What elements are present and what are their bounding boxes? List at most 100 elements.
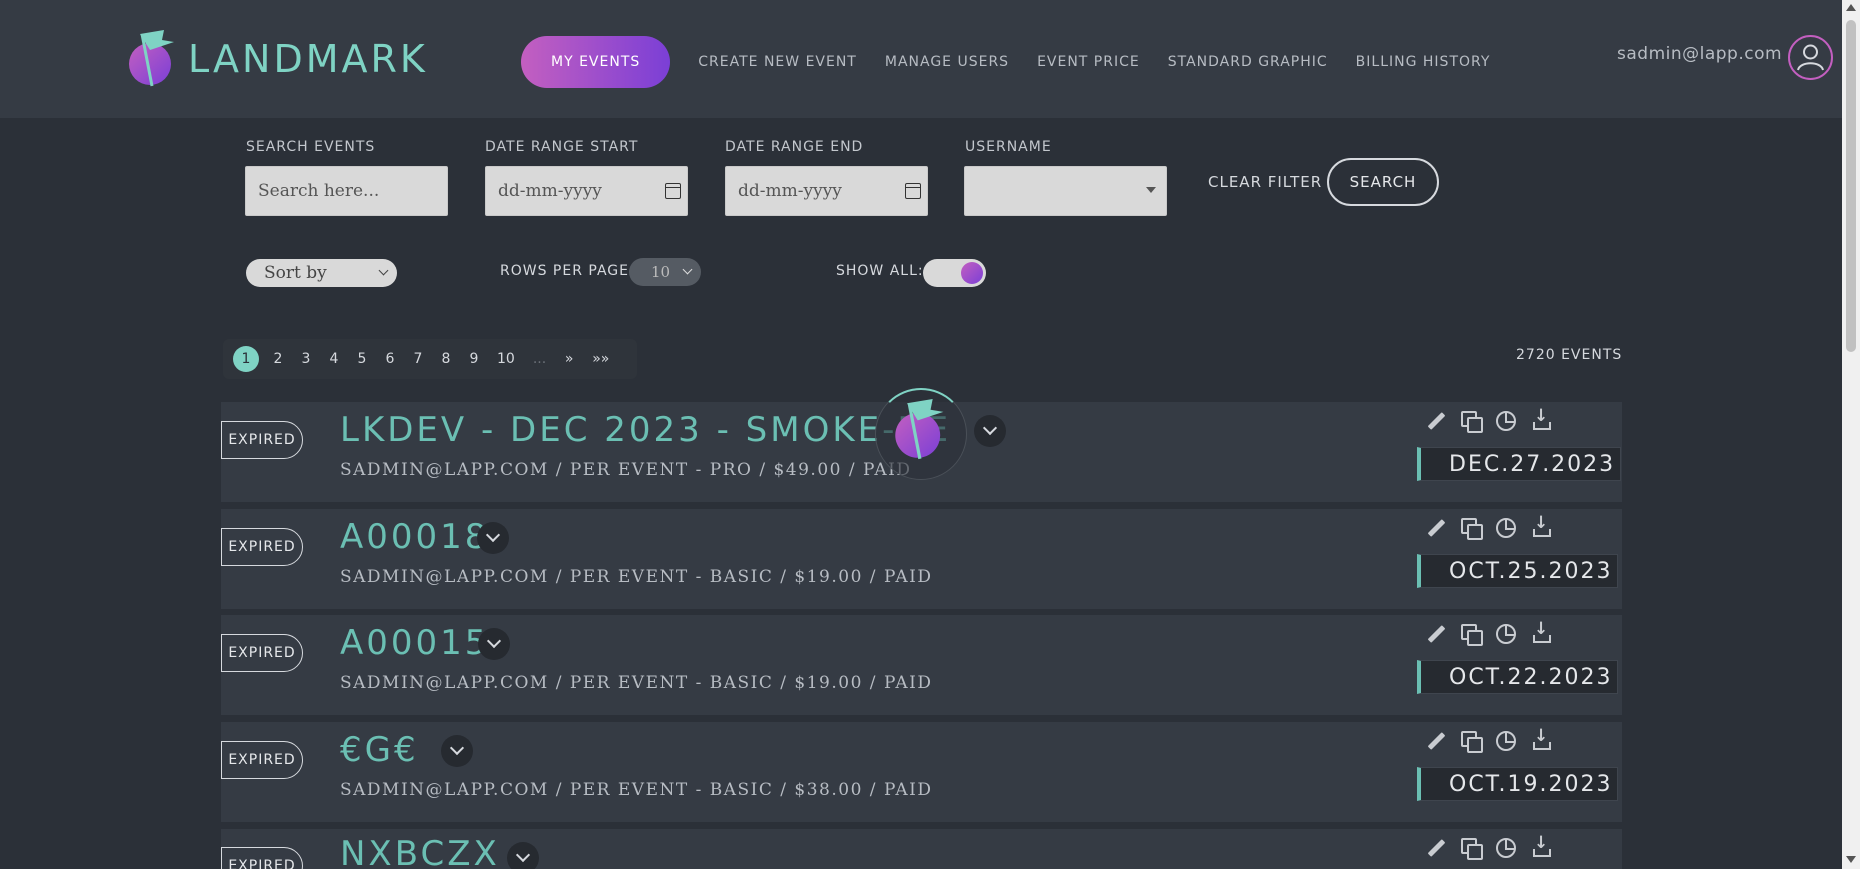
page-5[interactable]: 5 bbox=[357, 351, 367, 367]
event-subtitle: SADMIN@LAPP.COM / PER EVENT - BASIC / $3… bbox=[340, 780, 933, 800]
expand-chevron-icon[interactable] bbox=[477, 522, 509, 554]
brand-name: LANDMARK bbox=[188, 37, 428, 81]
event-actions bbox=[1426, 406, 1566, 433]
show-all-label: SHOW ALL: bbox=[836, 263, 924, 279]
stats-icon[interactable] bbox=[1496, 411, 1516, 431]
event-title[interactable]: A00018 bbox=[340, 517, 489, 557]
event-title[interactable]: LKDEV - DEC 2023 - SMOKE-DE bbox=[340, 410, 951, 450]
username-select[interactable] bbox=[964, 166, 1167, 216]
sort-by-value: Sort by bbox=[264, 263, 327, 283]
stats-icon[interactable] bbox=[1496, 518, 1516, 538]
event-date: OCT.22.2023 bbox=[1417, 660, 1619, 694]
edit-icon[interactable] bbox=[1426, 624, 1446, 644]
status-badge: EXPIRED bbox=[221, 634, 303, 672]
edit-icon[interactable] bbox=[1426, 838, 1446, 858]
scroll-thumb[interactable] bbox=[1846, 20, 1856, 352]
date-start-input[interactable]: dd-mm-yyyy bbox=[485, 166, 688, 216]
rows-per-page-value: 10 bbox=[651, 263, 671, 281]
nav-billing-history[interactable]: BILLING HISTORY bbox=[1356, 54, 1491, 70]
event-subtitle: SADMIN@LAPP.COM / PER EVENT - PRO / $49.… bbox=[340, 460, 912, 480]
page-6[interactable]: 6 bbox=[385, 351, 395, 367]
page-2[interactable]: 2 bbox=[273, 351, 283, 367]
stats-icon[interactable] bbox=[1496, 838, 1516, 858]
event-date: DEC.27.2023 bbox=[1417, 447, 1622, 481]
edit-icon[interactable] bbox=[1426, 518, 1446, 538]
page-next[interactable]: » bbox=[564, 351, 574, 367]
scroll-down-arrow-icon[interactable] bbox=[1846, 856, 1856, 863]
nav-standard-graphic[interactable]: STANDARD GRAPHIC bbox=[1168, 54, 1328, 70]
main-nav: MY EVENTS CREATE NEW EVENT MANAGE USERS … bbox=[521, 36, 1490, 88]
caret-down-icon bbox=[1146, 187, 1156, 193]
status-badge: EXPIRED bbox=[221, 847, 303, 869]
page-ellipsis: ... bbox=[532, 351, 547, 367]
flag-logo-icon bbox=[895, 399, 944, 460]
show-all-toggle[interactable] bbox=[923, 259, 986, 287]
event-row[interactable]: EXPIRED NXBCZX bbox=[221, 829, 1622, 869]
event-row[interactable]: EXPIRED A00018 SADMIN@LAPP.COM / PER EVE… bbox=[221, 509, 1622, 609]
event-subtitle: SADMIN@LAPP.COM / PER EVENT - BASIC / $1… bbox=[340, 567, 933, 587]
event-title[interactable]: NXBCZX bbox=[340, 834, 500, 869]
event-actions bbox=[1426, 619, 1566, 646]
nav-event-price[interactable]: EVENT PRICE bbox=[1037, 54, 1140, 70]
event-title[interactable]: €G€ bbox=[340, 730, 419, 770]
expand-chevron-icon[interactable] bbox=[507, 842, 539, 869]
page-7[interactable]: 7 bbox=[413, 351, 423, 367]
date-start-label: DATE RANGE START bbox=[485, 139, 639, 155]
event-row[interactable]: EXPIRED €G€ SADMIN@LAPP.COM / PER EVENT … bbox=[221, 722, 1622, 822]
nav-manage-users[interactable]: MANAGE USERS bbox=[885, 54, 1009, 70]
status-badge: EXPIRED bbox=[221, 421, 303, 459]
scroll-up-arrow-icon[interactable] bbox=[1846, 4, 1856, 11]
expand-chevron-icon[interactable] bbox=[478, 628, 510, 660]
copy-icon[interactable] bbox=[1461, 838, 1483, 860]
pagination: 1 2 3 4 5 6 7 8 9 10 ... » »» bbox=[223, 339, 638, 379]
event-title[interactable]: A00015 bbox=[340, 623, 489, 663]
calendar-icon[interactable] bbox=[905, 183, 921, 199]
sort-by-select[interactable]: Sort by bbox=[246, 259, 397, 287]
rows-per-page-label: ROWS PER PAGE: bbox=[500, 263, 635, 279]
download-icon[interactable] bbox=[1531, 513, 1551, 538]
calendar-icon[interactable] bbox=[665, 183, 681, 199]
nav-create-new-event[interactable]: CREATE NEW EVENT bbox=[698, 54, 857, 70]
page-9[interactable]: 9 bbox=[469, 351, 479, 367]
chevron-down-icon bbox=[682, 264, 693, 275]
expand-chevron-icon[interactable] bbox=[441, 735, 473, 767]
page-10[interactable]: 10 bbox=[497, 351, 515, 367]
user-avatar-icon[interactable] bbox=[1788, 35, 1833, 80]
page-last[interactable]: »» bbox=[592, 351, 609, 367]
download-icon[interactable] bbox=[1531, 726, 1551, 751]
stats-icon[interactable] bbox=[1496, 624, 1516, 644]
nav-my-events[interactable]: MY EVENTS bbox=[521, 36, 671, 88]
date-end-label: DATE RANGE END bbox=[725, 139, 864, 155]
events-count: 2720 EVENTS bbox=[1516, 347, 1623, 363]
page-3[interactable]: 3 bbox=[301, 351, 311, 367]
rows-per-page-select[interactable]: 10 bbox=[629, 258, 701, 286]
expand-chevron-icon[interactable] bbox=[974, 415, 1006, 447]
status-badge: EXPIRED bbox=[221, 741, 303, 779]
page-4[interactable]: 4 bbox=[329, 351, 339, 367]
search-button[interactable]: SEARCH bbox=[1327, 158, 1439, 206]
download-icon[interactable] bbox=[1531, 833, 1551, 858]
search-events-label: SEARCH EVENTS bbox=[246, 139, 376, 155]
event-subtitle: SADMIN@LAPP.COM / PER EVENT - BASIC / $1… bbox=[340, 673, 933, 693]
edit-icon[interactable] bbox=[1426, 411, 1446, 431]
copy-icon[interactable] bbox=[1461, 411, 1483, 433]
download-icon[interactable] bbox=[1531, 619, 1551, 644]
brand-logo[interactable]: LANDMARK bbox=[128, 30, 428, 88]
event-date: OCT.19.2023 bbox=[1417, 767, 1619, 801]
copy-icon[interactable] bbox=[1461, 624, 1483, 646]
page-scrollbar[interactable] bbox=[1842, 0, 1860, 869]
clear-filter-link[interactable]: CLEAR FILTER bbox=[1208, 173, 1322, 191]
copy-icon[interactable] bbox=[1461, 731, 1483, 753]
flag-logo-icon bbox=[128, 30, 180, 88]
search-input[interactable]: Search here... bbox=[245, 166, 448, 216]
event-row[interactable]: EXPIRED A00015 SADMIN@LAPP.COM / PER EVE… bbox=[221, 615, 1622, 715]
page-8[interactable]: 8 bbox=[441, 351, 451, 367]
copy-icon[interactable] bbox=[1461, 518, 1483, 540]
stats-icon[interactable] bbox=[1496, 731, 1516, 751]
status-badge: EXPIRED bbox=[221, 528, 303, 566]
user-email[interactable]: sadmin@lapp.com bbox=[1617, 44, 1782, 64]
download-icon[interactable] bbox=[1531, 406, 1551, 431]
date-end-input[interactable]: dd-mm-yyyy bbox=[725, 166, 928, 216]
page-1[interactable]: 1 bbox=[233, 346, 259, 372]
edit-icon[interactable] bbox=[1426, 731, 1446, 751]
